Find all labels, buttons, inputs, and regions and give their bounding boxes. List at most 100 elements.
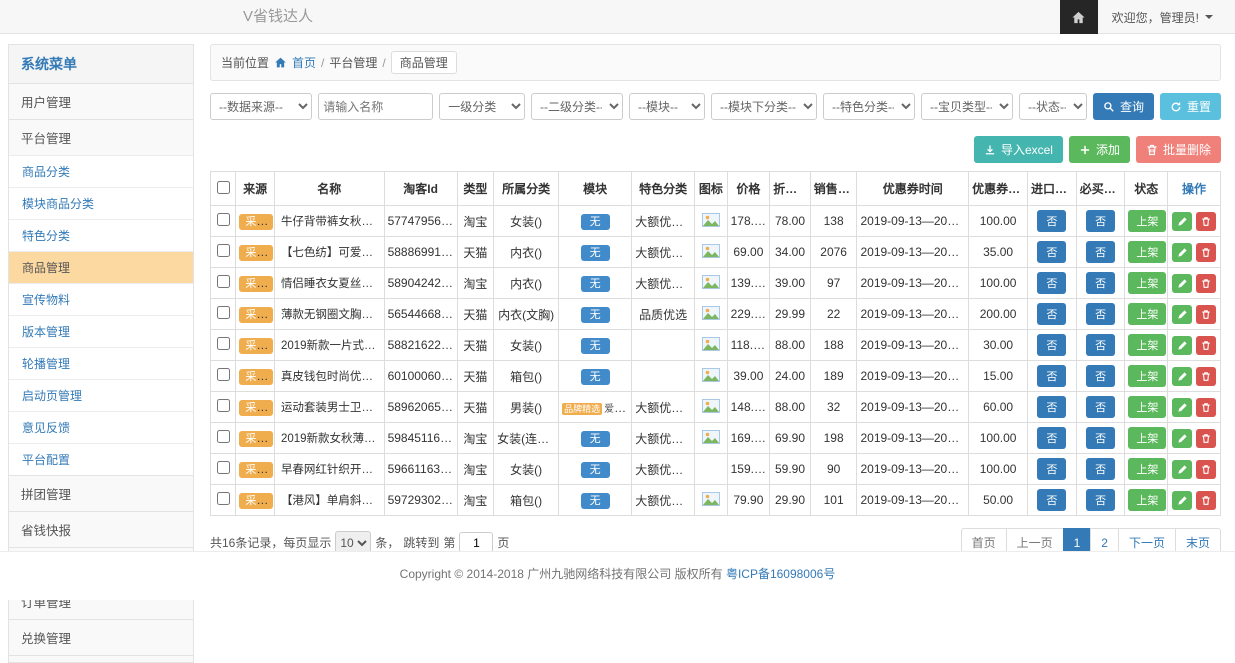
- status-toggle[interactable]: 上架: [1128, 272, 1166, 294]
- filter-select-data-source[interactable]: --数据来源--: [210, 93, 312, 120]
- delete-button[interactable]: [1196, 305, 1216, 324]
- row-checkbox[interactable]: [217, 368, 230, 381]
- must-buy-toggle[interactable]: 否: [1086, 272, 1115, 294]
- status-toggle[interactable]: 上架: [1128, 241, 1166, 263]
- row-checkbox[interactable]: [217, 399, 230, 412]
- edit-button[interactable]: [1172, 491, 1192, 510]
- status-toggle[interactable]: 上架: [1128, 427, 1166, 449]
- icp-link[interactable]: 粤ICP备16098006号: [726, 567, 835, 581]
- delete-button[interactable]: [1196, 491, 1216, 510]
- module-none-badge[interactable]: 无: [581, 462, 610, 478]
- sidebar-item-version-management[interactable]: 版本管理: [9, 315, 193, 347]
- user-menu[interactable]: 欢迎您，管理员!: [1098, 0, 1235, 34]
- row-checkbox[interactable]: [217, 213, 230, 226]
- filter-select-level2-category[interactable]: --二级分类--: [531, 93, 623, 120]
- delete-button[interactable]: [1196, 243, 1216, 262]
- filter-select-module-subcategory[interactable]: --模块下分类--: [711, 93, 817, 120]
- select-all-checkbox[interactable]: [217, 181, 230, 194]
- reset-button[interactable]: 重置: [1160, 93, 1221, 120]
- import-select-toggle[interactable]: 否: [1037, 427, 1066, 449]
- module-brand-badge[interactable]: 品牌精选: [562, 403, 602, 415]
- edit-button[interactable]: [1172, 398, 1192, 417]
- module-none-badge[interactable]: 无: [581, 307, 610, 323]
- must-buy-toggle[interactable]: 否: [1086, 365, 1115, 387]
- add-button[interactable]: 添加: [1069, 136, 1130, 163]
- edit-button[interactable]: [1172, 460, 1192, 479]
- module-none-badge[interactable]: 无: [581, 369, 610, 385]
- search-button[interactable]: 查询: [1093, 93, 1154, 120]
- filter-select-module[interactable]: --模块--: [629, 93, 705, 120]
- import-select-toggle[interactable]: 否: [1037, 334, 1066, 356]
- delete-button[interactable]: [1196, 460, 1216, 479]
- import-select-toggle[interactable]: 否: [1037, 241, 1066, 263]
- filter-input-name[interactable]: [318, 93, 433, 120]
- status-toggle[interactable]: 上架: [1128, 334, 1166, 356]
- breadcrumb-home-link[interactable]: 首页: [292, 54, 316, 71]
- filter-select-level1-category[interactable]: 一级分类: [439, 93, 525, 120]
- status-toggle[interactable]: 上架: [1128, 458, 1166, 480]
- sidebar-item-carousel-management[interactable]: 轮播管理: [9, 347, 193, 379]
- sidebar-item-user-management[interactable]: 用户管理: [9, 83, 193, 119]
- edit-button[interactable]: [1172, 336, 1192, 355]
- must-buy-toggle[interactable]: 否: [1086, 210, 1115, 232]
- module-none-badge[interactable]: 无: [581, 493, 610, 509]
- home-button[interactable]: [1060, 0, 1098, 34]
- sidebar-item-featured-category[interactable]: 特色分类: [9, 219, 193, 251]
- row-checkbox[interactable]: [217, 492, 230, 505]
- edit-button[interactable]: [1172, 305, 1192, 324]
- status-toggle[interactable]: 上架: [1128, 489, 1166, 511]
- sidebar-item-product-category[interactable]: 商品分类: [9, 155, 193, 187]
- module-none-badge[interactable]: 无: [581, 431, 610, 447]
- delete-button[interactable]: [1196, 429, 1216, 448]
- must-buy-toggle[interactable]: 否: [1086, 303, 1115, 325]
- import-select-toggle[interactable]: 否: [1037, 458, 1066, 480]
- sidebar-item-product-management[interactable]: 商品管理: [9, 251, 193, 283]
- sidebar-item-groupbuy-management[interactable]: 拼团管理: [9, 475, 193, 511]
- row-checkbox[interactable]: [217, 275, 230, 288]
- import-excel-button[interactable]: 导入excel: [974, 136, 1063, 163]
- sidebar-item-module-product-category[interactable]: 模块商品分类: [9, 187, 193, 219]
- status-toggle[interactable]: 上架: [1128, 365, 1166, 387]
- sidebar-item-splash-management[interactable]: 启动页管理: [9, 379, 193, 411]
- edit-button[interactable]: [1172, 274, 1192, 293]
- sidebar-item-platform-config[interactable]: 平台配置: [9, 443, 193, 475]
- must-buy-toggle[interactable]: 否: [1086, 489, 1115, 511]
- delete-button[interactable]: [1196, 398, 1216, 417]
- edit-button[interactable]: [1172, 429, 1192, 448]
- import-select-toggle[interactable]: 否: [1037, 489, 1066, 511]
- module-none-badge[interactable]: 无: [581, 214, 610, 230]
- delete-button[interactable]: [1196, 212, 1216, 231]
- sidebar-item-saving-express[interactable]: 省钱快报: [9, 511, 193, 547]
- must-buy-toggle[interactable]: 否: [1086, 458, 1115, 480]
- import-select-toggle[interactable]: 否: [1037, 303, 1066, 325]
- status-toggle[interactable]: 上架: [1128, 303, 1166, 325]
- status-toggle[interactable]: 上架: [1128, 210, 1166, 232]
- filter-select-status[interactable]: --状态--: [1019, 93, 1087, 120]
- edit-button[interactable]: [1172, 367, 1192, 386]
- row-checkbox[interactable]: [217, 306, 230, 319]
- module-none-badge[interactable]: 无: [581, 245, 610, 261]
- edit-button[interactable]: [1172, 212, 1192, 231]
- module-none-badge[interactable]: 无: [581, 276, 610, 292]
- filter-select-featured-category[interactable]: --特色分类--: [823, 93, 915, 120]
- bulk-delete-button[interactable]: 批量删除: [1136, 136, 1221, 163]
- must-buy-toggle[interactable]: 否: [1086, 241, 1115, 263]
- edit-button[interactable]: [1172, 243, 1192, 262]
- delete-button[interactable]: [1196, 336, 1216, 355]
- must-buy-toggle[interactable]: 否: [1086, 427, 1115, 449]
- import-select-toggle[interactable]: 否: [1037, 365, 1066, 387]
- import-select-toggle[interactable]: 否: [1037, 396, 1066, 418]
- status-toggle[interactable]: 上架: [1128, 396, 1166, 418]
- row-checkbox[interactable]: [217, 337, 230, 350]
- sidebar-item-promo-materials[interactable]: 宣传物料: [9, 283, 193, 315]
- import-select-toggle[interactable]: 否: [1037, 272, 1066, 294]
- row-checkbox[interactable]: [217, 430, 230, 443]
- row-checkbox[interactable]: [217, 244, 230, 257]
- filter-select-item-type[interactable]: --宝贝类型--: [921, 93, 1013, 120]
- delete-button[interactable]: [1196, 274, 1216, 293]
- import-select-toggle[interactable]: 否: [1037, 210, 1066, 232]
- sidebar-item-platform-management[interactable]: 平台管理: [9, 119, 193, 155]
- delete-button[interactable]: [1196, 367, 1216, 386]
- must-buy-toggle[interactable]: 否: [1086, 334, 1115, 356]
- sidebar-item-exchange-management[interactable]: 兑换管理: [9, 619, 193, 655]
